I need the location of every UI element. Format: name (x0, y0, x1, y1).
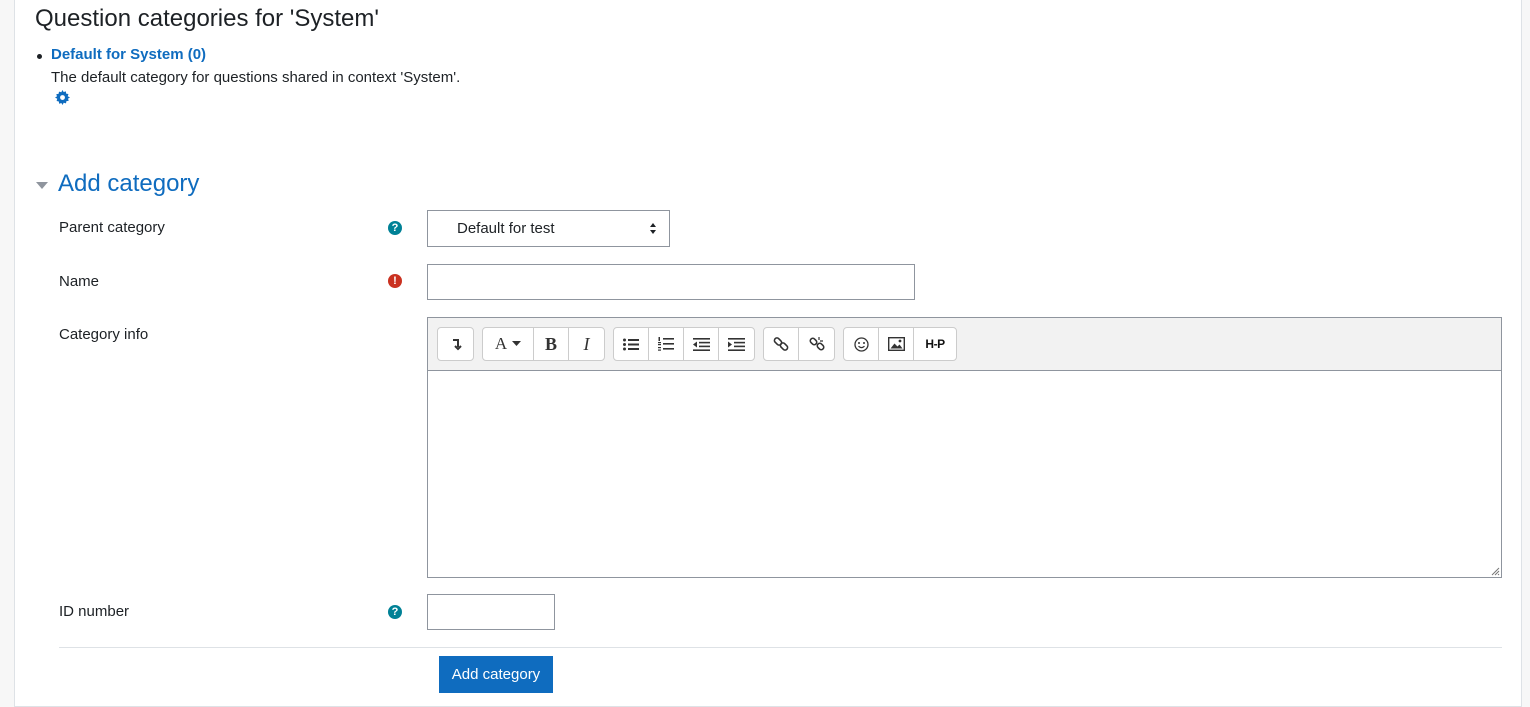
emoticon-icon[interactable] (844, 328, 879, 360)
page-title: Question categories for 'System' (35, 5, 379, 32)
bullet (37, 54, 42, 59)
form-divider (59, 647, 1502, 648)
help-icon[interactable]: ? (388, 605, 402, 619)
id-number-input[interactable] (427, 594, 555, 630)
editor-toolbar: A B I H-P (428, 318, 1501, 371)
parent-category-selected: Default for test (457, 220, 555, 237)
toolbar-group-collapse (437, 327, 474, 361)
add-category-section-toggle[interactable]: Add category (36, 170, 199, 198)
name-input[interactable] (427, 264, 915, 300)
collapse-icon[interactable] (438, 328, 473, 360)
ordered-list-icon[interactable] (649, 328, 684, 360)
required-icon: ! (388, 274, 402, 288)
category-info-label: Category info (59, 326, 149, 343)
unordered-list-icon[interactable] (614, 328, 649, 360)
font-style-icon[interactable]: A (483, 328, 534, 360)
image-icon[interactable] (879, 328, 914, 360)
chevron-down-icon (36, 181, 48, 189)
italic-icon[interactable]: I (569, 328, 604, 360)
category-info-editor: A B I H-P (427, 317, 1502, 578)
toolbar-group-media: H-P (843, 327, 957, 361)
add-category-button[interactable]: Add category (439, 656, 553, 693)
bold-icon[interactable]: B (534, 328, 569, 360)
outdent-icon[interactable] (684, 328, 719, 360)
category-link-default-for-system[interactable]: Default for System (0) (51, 46, 206, 63)
category-description: The default category for questions share… (51, 69, 461, 86)
bold-glyph: B (544, 333, 557, 354)
section-title: Add category (58, 170, 200, 197)
id-number-label: ID number (59, 603, 130, 620)
toolbar-group-style: A B I (482, 327, 605, 361)
gear-icon[interactable] (55, 90, 70, 105)
toolbar-group-links (763, 327, 835, 361)
h5p-icon[interactable]: H-P (914, 328, 956, 360)
unlink-icon[interactable] (799, 328, 834, 360)
help-icon[interactable]: ? (388, 221, 402, 235)
resize-handle-icon[interactable] (1490, 566, 1500, 576)
parent-category-label: Parent category (59, 219, 165, 236)
parent-category-select[interactable]: Default for test (427, 210, 670, 247)
link-icon[interactable] (764, 328, 799, 360)
toolbar-group-lists (613, 327, 755, 361)
font-style-glyph: A (494, 334, 508, 353)
category-info-textarea[interactable] (428, 371, 1501, 577)
indent-icon[interactable] (719, 328, 754, 360)
name-label: Name (59, 273, 100, 290)
h5p-glyph: H-P (925, 337, 945, 351)
italic-glyph: I (583, 333, 590, 354)
select-arrows-icon (650, 223, 657, 235)
